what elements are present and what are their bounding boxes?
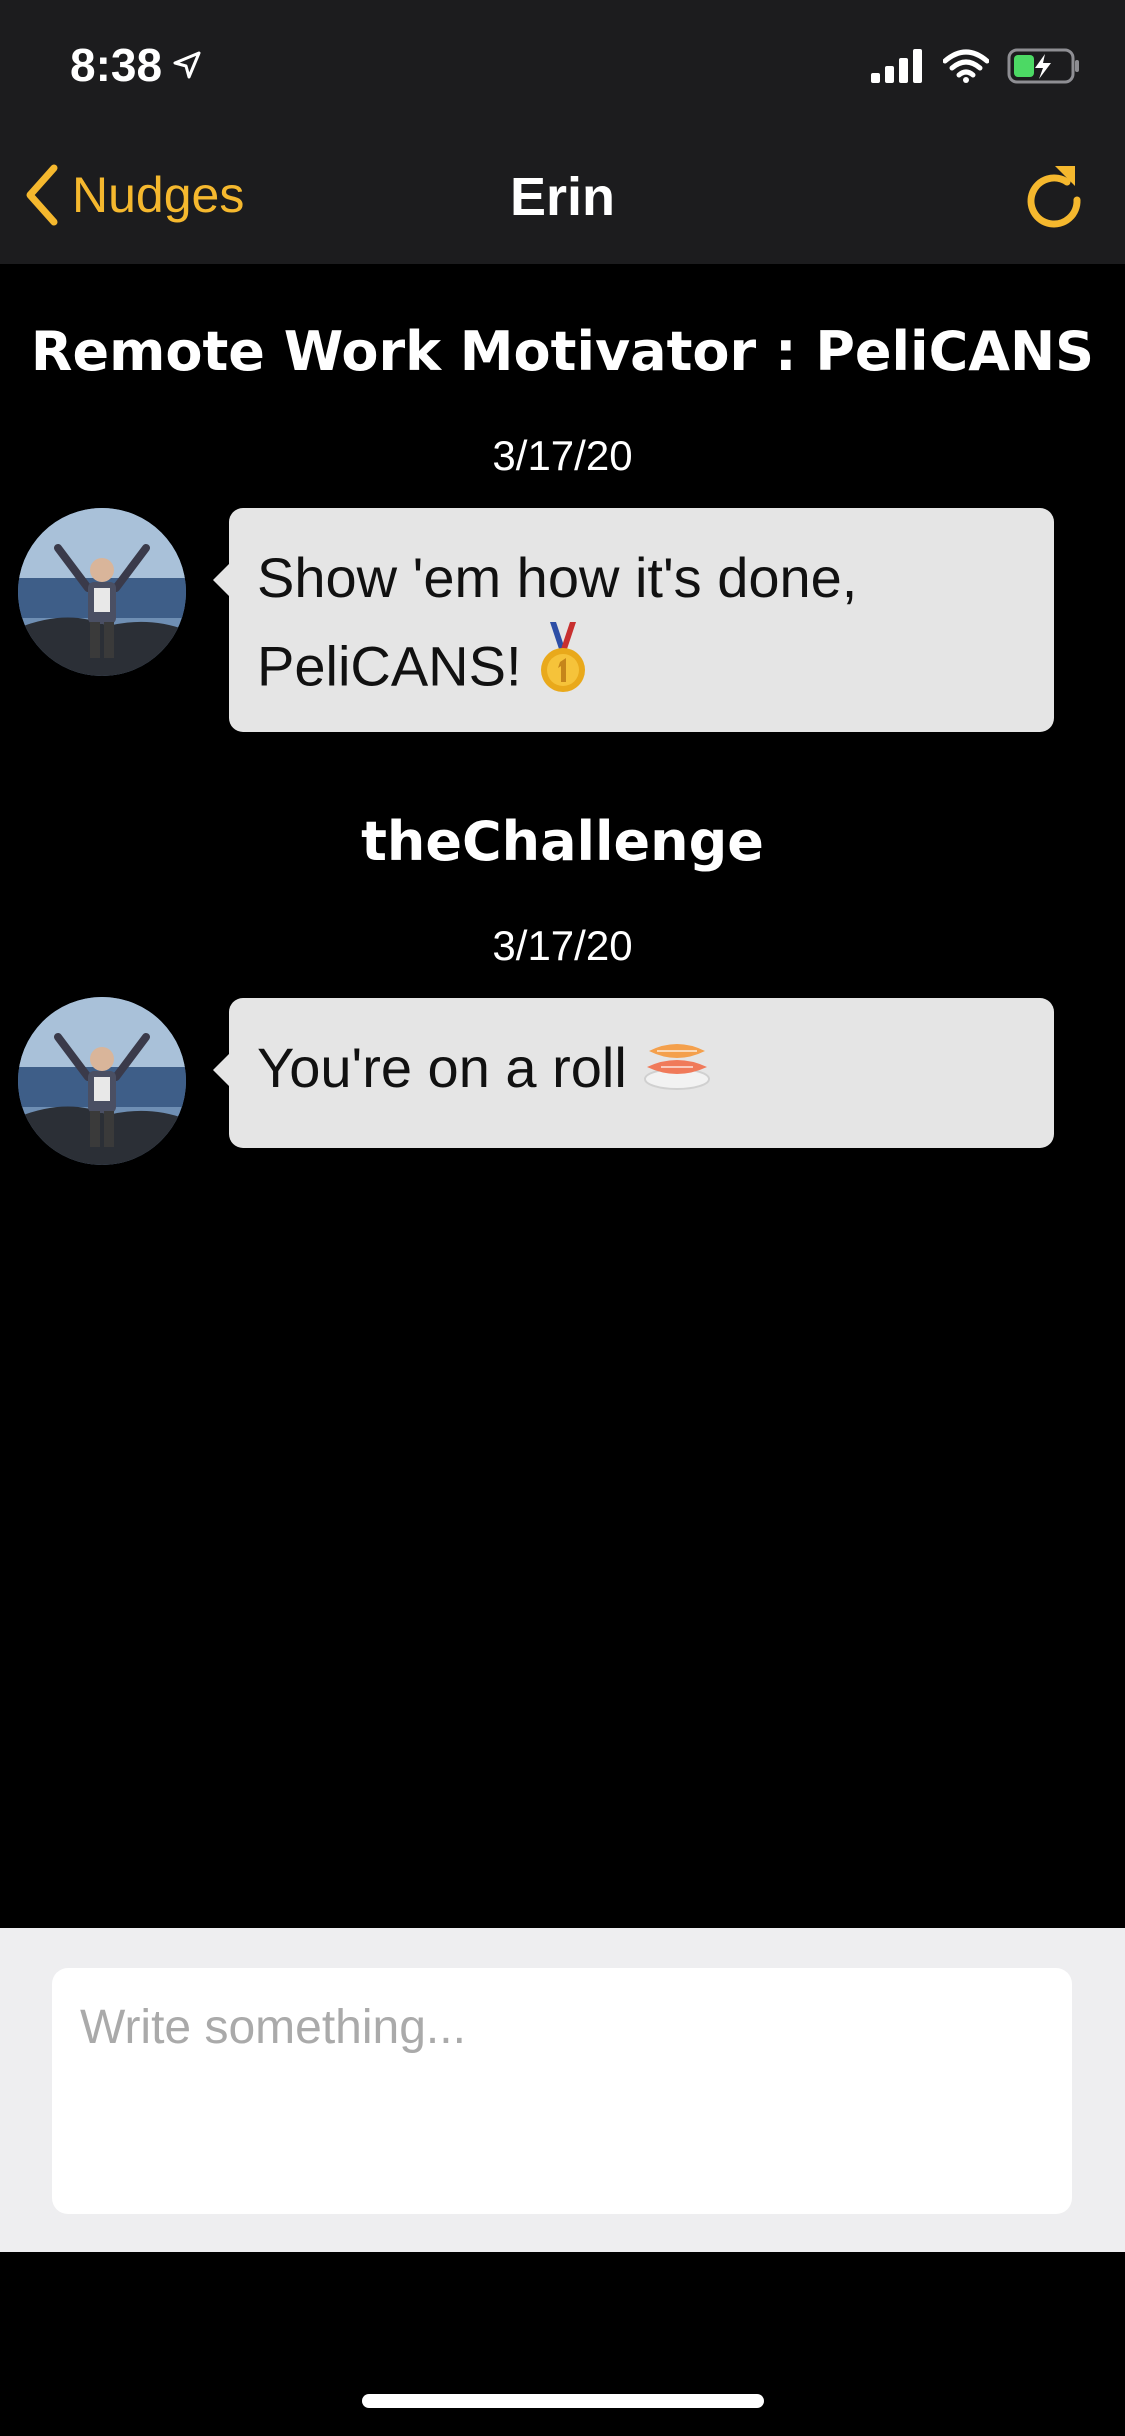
sushi-emoji-icon [641,1028,713,1116]
message-bubble: You're on a roll [213,998,1054,1148]
message-text-line: PeliCANS! [257,622,1026,719]
avatar[interactable] [18,508,186,676]
status-time: 8:38 [70,38,202,92]
status-icons [871,48,1081,84]
medal-emoji-icon [536,622,590,719]
refresh-button[interactable] [1023,160,1085,235]
home-indicator[interactable] [362,2394,764,2408]
refresh-icon [1027,166,1081,228]
location-arrow-icon [173,51,201,79]
group-title: theChallenge [361,810,764,873]
avatar-photo [18,997,186,1165]
message-input[interactable]: Write something... [52,1968,1072,2214]
composer-bar: Write something... [0,1928,1125,2252]
message-date: 3/17/20 [492,922,633,969]
group-title: Remote Work Motivator : PeliCANS [30,320,1095,383]
wifi-icon [943,49,989,83]
avatar[interactable] [18,997,186,1165]
message-date: 3/17/20 [492,432,633,479]
message-text: You're on a roll [257,1036,627,1099]
signal-icon [871,49,922,83]
top-bar: 8:38 Nudges Erin [0,0,1125,264]
message-text-line: Show 'em how it's done, [257,546,858,609]
avatar-photo [18,508,186,676]
message-text: PeliCANS! [257,634,522,698]
battery-charging-icon [1007,48,1079,84]
page-title: Erin [509,167,616,227]
message-bubble: Show 'em how it's done, PeliCANS! [213,508,1054,732]
status-time-label: 8:38 [70,39,163,91]
